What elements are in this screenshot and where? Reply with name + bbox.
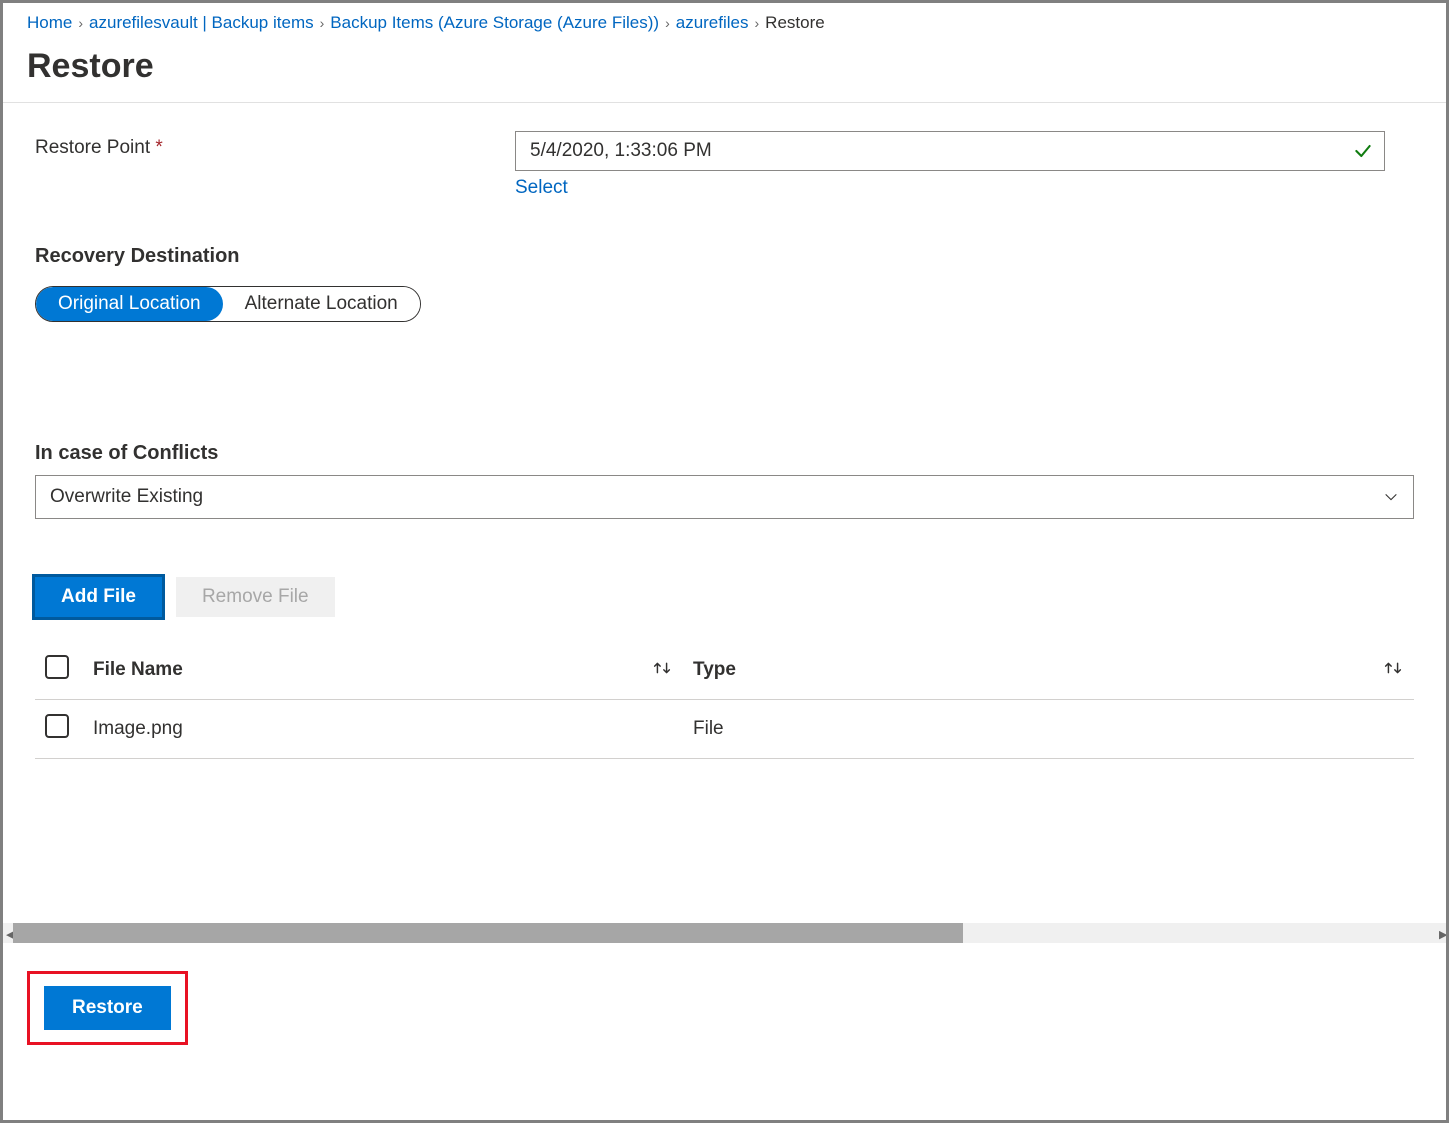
required-mark: * [155, 137, 162, 158]
breadcrumb-link-home[interactable]: Home [27, 13, 72, 33]
chevron-right-icon: › [320, 15, 325, 31]
restore-point-row: Restore Point * Select [35, 131, 1414, 199]
pill-alternate-location[interactable]: Alternate Location [223, 287, 420, 321]
breadcrumb-current: Restore [765, 13, 825, 33]
recovery-destination-toggle: Original Location Alternate Location [35, 286, 421, 322]
scroll-left-icon[interactable]: ◀ [3, 928, 13, 938]
recovery-destination-label: Recovery Destination [35, 245, 1414, 268]
title-bar: Restore [3, 41, 1446, 103]
breadcrumb-link-azurefiles[interactable]: azurefiles [676, 13, 749, 33]
sort-icon [1382, 659, 1404, 677]
table-row[interactable]: Image.png File [35, 700, 1414, 759]
col-header-type[interactable]: Type [683, 641, 1414, 700]
restore-point-input[interactable] [515, 131, 1385, 171]
restore-highlight-box: Restore [27, 971, 188, 1045]
chevron-right-icon: › [665, 15, 670, 31]
breadcrumb-link-backup-items[interactable]: Backup Items (Azure Storage (Azure Files… [330, 13, 659, 33]
select-all-checkbox[interactable] [45, 655, 69, 679]
conflicts-selected-value: Overwrite Existing [50, 486, 203, 508]
footer: Restore [3, 943, 1446, 1073]
restore-point-label-text: Restore Point [35, 137, 150, 158]
col-header-file-name-label: File Name [93, 659, 183, 680]
cell-file-name: Image.png [83, 700, 683, 759]
checkmark-icon [1353, 141, 1373, 161]
add-file-button[interactable]: Add File [35, 577, 162, 617]
col-header-type-label: Type [693, 659, 736, 680]
breadcrumb-link-vault[interactable]: azurefilesvault | Backup items [89, 13, 314, 33]
conflicts-select[interactable]: Overwrite Existing [35, 475, 1414, 519]
chevron-right-icon: › [755, 15, 760, 31]
col-header-file-name[interactable]: File Name [83, 641, 683, 700]
page-title: Restore [27, 47, 1422, 86]
row-checkbox[interactable] [45, 714, 69, 738]
scrollbar-thumb[interactable] [13, 923, 963, 943]
pill-original-location[interactable]: Original Location [36, 287, 223, 321]
sort-icon [651, 659, 673, 677]
select-restore-point-link[interactable]: Select [515, 177, 568, 199]
chevron-down-icon [1383, 489, 1399, 505]
conflicts-label: In case of Conflicts [35, 442, 1414, 465]
cell-type: File [683, 700, 1414, 759]
files-table: File Name Type [35, 641, 1414, 759]
file-toolbar: Add File Remove File [35, 577, 1414, 617]
restore-point-label: Restore Point * [35, 131, 515, 159]
restore-button[interactable]: Restore [44, 986, 171, 1030]
breadcrumb: Home › azurefilesvault | Backup items › … [3, 3, 1446, 41]
chevron-right-icon: › [78, 15, 83, 31]
horizontal-scrollbar[interactable]: ◀ ▶ [3, 923, 1446, 943]
remove-file-button: Remove File [176, 577, 335, 617]
scroll-right-icon[interactable]: ▶ [1436, 928, 1446, 938]
